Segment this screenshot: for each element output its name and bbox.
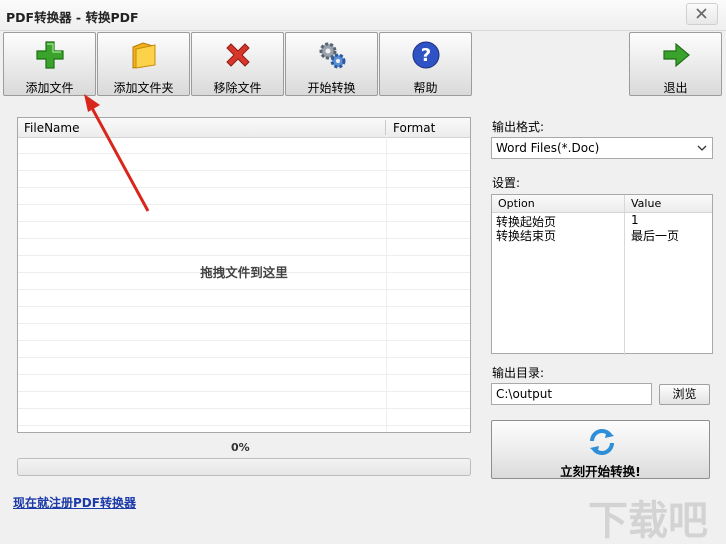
watermark-logo: 下载吧 bbox=[588, 498, 708, 544]
settings-grid[interactable]: Option Value 转换起始页 1 转换结束页 最后一页 bbox=[491, 194, 713, 355]
x-icon bbox=[226, 43, 250, 67]
column-divider[interactable] bbox=[385, 120, 386, 135]
output-format-select[interactable]: Word Files(*.Doc) bbox=[491, 137, 713, 159]
close-button[interactable] bbox=[686, 3, 718, 25]
remove-file-label: 移除文件 bbox=[213, 81, 262, 95]
settings-label: 设置: bbox=[492, 176, 521, 190]
gears-icon bbox=[319, 42, 346, 69]
settings-column-value: Value bbox=[631, 197, 662, 210]
file-list[interactable]: FileName Format 拖拽文件到这里 bbox=[17, 117, 471, 433]
add-file-button[interactable]: 添加文件 bbox=[3, 32, 96, 96]
column-format[interactable]: Format bbox=[393, 121, 435, 135]
browse-button[interactable]: 浏览 bbox=[659, 384, 710, 405]
add-file-label: 添加文件 bbox=[25, 81, 74, 95]
column-gridline bbox=[386, 137, 387, 432]
add-folder-button[interactable]: 添加文件夹 bbox=[97, 32, 190, 96]
start-convert-label: 开始转换 bbox=[307, 81, 356, 95]
setting-value[interactable]: 最后一页 bbox=[631, 227, 679, 244]
settings-row[interactable]: 转换结束页 最后一页 bbox=[492, 227, 712, 244]
start-convert-button[interactable]: 开始转换 bbox=[285, 32, 378, 96]
output-format-value: Word Files(*.Doc) bbox=[496, 141, 600, 155]
output-format-label: 输出格式: bbox=[492, 120, 545, 134]
convert-now-button[interactable]: 立刻开始转换! bbox=[491, 420, 710, 479]
settings-row[interactable]: 转换起始页 1 bbox=[492, 213, 712, 229]
progress-bar bbox=[17, 458, 471, 476]
exit-button[interactable]: 退出 bbox=[629, 32, 722, 96]
setting-option: 转换结束页 bbox=[496, 229, 557, 243]
remove-file-button[interactable]: 移除文件 bbox=[191, 32, 284, 96]
drop-hint: 拖拽文件到这里 bbox=[200, 265, 288, 280]
question-icon: ? bbox=[412, 41, 440, 69]
progress-percent: 0% bbox=[231, 441, 250, 454]
chevron-down-icon bbox=[697, 145, 707, 151]
title-bar: PDF转换器 - 转换PDF bbox=[0, 0, 726, 31]
refresh-icon bbox=[590, 429, 614, 455]
help-button[interactable]: ? 帮助 bbox=[379, 32, 472, 96]
output-dir-label: 输出目录: bbox=[492, 366, 545, 380]
column-filename[interactable]: FileName bbox=[24, 121, 79, 135]
settings-column-option: Option bbox=[498, 197, 535, 210]
setting-value[interactable]: 1 bbox=[631, 213, 639, 227]
help-label: 帮助 bbox=[413, 81, 438, 95]
arrow-right-icon bbox=[663, 42, 690, 68]
output-dir-value: C:\output bbox=[496, 387, 553, 401]
convert-now-label: 立刻开始转换! bbox=[560, 464, 641, 479]
window-title: PDF转换器 - 转换PDF bbox=[6, 10, 139, 25]
empty-rows bbox=[18, 137, 470, 432]
close-icon bbox=[696, 8, 707, 19]
plus-icon bbox=[36, 41, 64, 69]
svg-text:下载吧: 下载吧 bbox=[588, 498, 708, 544]
register-link[interactable]: 现在就注册PDF转换器 bbox=[13, 494, 136, 511]
svg-text:?: ? bbox=[421, 45, 431, 66]
exit-label: 退出 bbox=[663, 81, 688, 95]
file-list-header: FileName Format bbox=[18, 118, 470, 138]
settings-header: Option Value bbox=[492, 195, 712, 213]
folder-icon bbox=[132, 42, 156, 69]
add-folder-label: 添加文件夹 bbox=[113, 81, 174, 95]
output-dir-field[interactable]: C:\output bbox=[491, 383, 652, 405]
